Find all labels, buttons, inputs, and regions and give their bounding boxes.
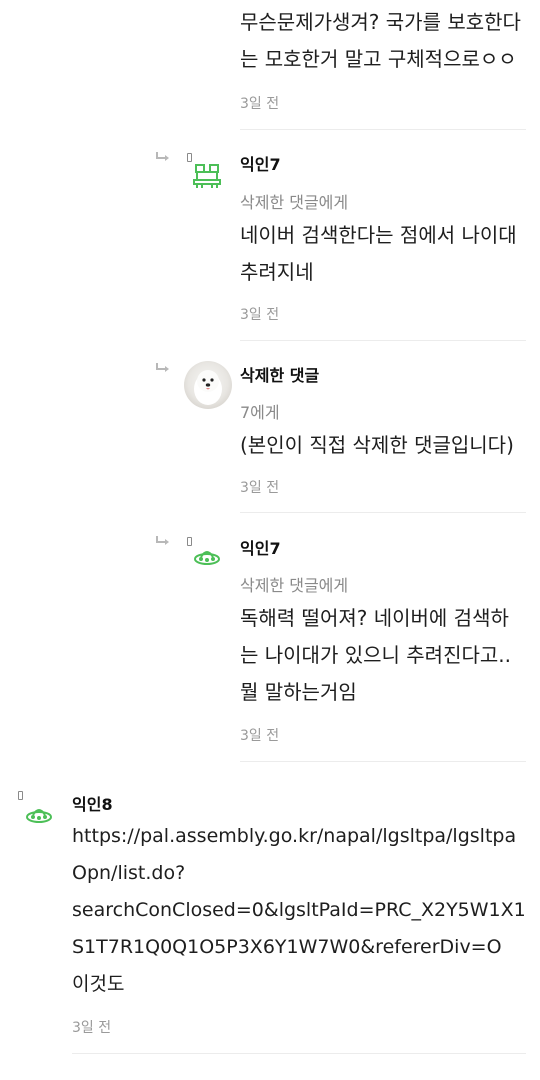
comment-body[interactable]: https://pal.assembly.go.kr/napal/lgsltpa…: [72, 818, 534, 1003]
divider: [72, 1053, 526, 1054]
reply-arrow-icon: [156, 536, 169, 545]
ufo-icon: [194, 551, 220, 565]
comment-body: 무슨문제가생겨? 국가를 보호한다 는 모호한거 말고 구체적으로ㅇㅇ: [240, 10, 521, 71]
reply-target: 7에게: [240, 403, 280, 422]
reply-arrow-icon: [156, 152, 169, 161]
reply-target: 삭제한 댓글에게: [240, 193, 349, 212]
comment-time: 3일 전: [240, 96, 280, 112]
comment-body: (본인이 직접 삭제한 댓글입니다): [240, 433, 514, 457]
reply-target: 삭제한 댓글에게: [240, 576, 349, 595]
ufo-icon: [26, 809, 52, 823]
comment-time: 3일 전: [72, 1020, 112, 1036]
reply-arrow-icon: [156, 363, 169, 372]
comment-body: 독해력 떨어져? 네이버에 검색하 는 나이대가 있으니 추려진다고.. 뭘 말…: [240, 606, 511, 704]
comment-author: 삭제한 댓글: [240, 366, 320, 385]
comment-author[interactable]: 익인7: [240, 535, 281, 559]
dog-icon: [194, 370, 222, 405]
divider: [240, 129, 526, 130]
comment-author[interactable]: 익인7: [240, 151, 281, 175]
comment-body: 네이버 검색한다는 점에서 나이대 추려지네: [240, 223, 517, 284]
comment-time: 3일 전: [240, 728, 280, 744]
divider: [240, 761, 526, 762]
comment-author[interactable]: 익인8: [72, 791, 113, 815]
divider: [240, 340, 526, 341]
comment-time: 3일 전: [240, 480, 280, 496]
space-invader-icon: [193, 164, 221, 188]
dog-photo-avatar[interactable]: [184, 361, 232, 409]
comment-time: 3일 전: [240, 307, 280, 323]
divider: [240, 512, 526, 513]
